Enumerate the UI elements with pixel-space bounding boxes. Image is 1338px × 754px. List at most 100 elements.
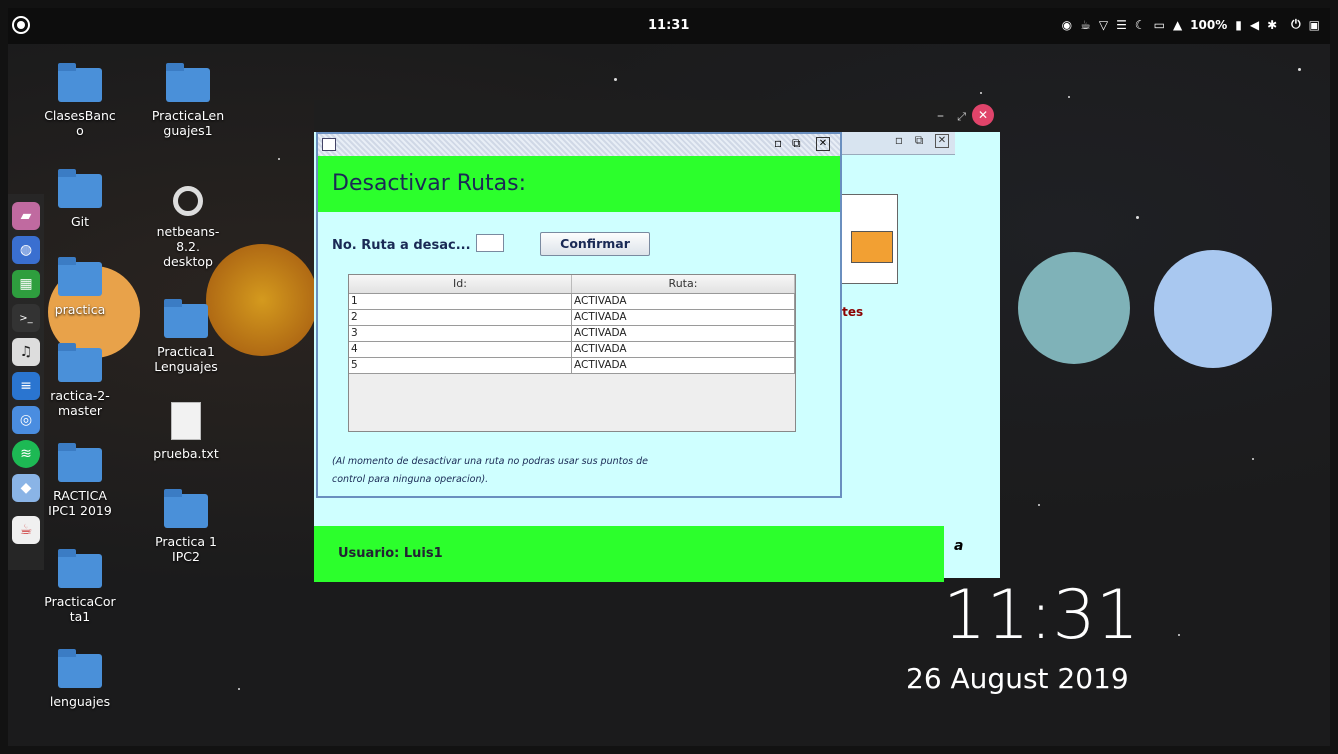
desktop-icon-prueba-txt[interactable]: prueba.txt (136, 402, 236, 461)
frame-titlebar[interactable]: ▫ ⧉ ✕ (318, 134, 840, 157)
desktop-icon-git[interactable]: Git (30, 169, 130, 229)
route-number-label: No. Ruta a desac... (332, 238, 471, 253)
desktop-icon-label: PracticaLen (151, 108, 225, 123)
star (278, 158, 280, 160)
folder-icon (58, 649, 102, 688)
clipboard-icon[interactable]: ▭ (1154, 18, 1165, 32)
table-row[interactable]: 2 ACTIVADA (349, 310, 795, 326)
close-button[interactable]: ✕ (972, 104, 994, 126)
close-icon[interactable]: ✕ (935, 134, 949, 148)
top-clock[interactable]: 11:31 (648, 18, 689, 33)
desktop-icon-label: practica (54, 302, 106, 317)
desktop-icon-practica-ipc1-2019[interactable]: RACTICA IPC1 2019 (30, 443, 130, 518)
star (614, 78, 617, 81)
desktop-icon-practica1-ipc2[interactable]: Practica 1 IPC2 (136, 489, 236, 564)
cell-ruta[interactable]: ACTIVADA (572, 294, 795, 309)
battery-percent[interactable]: 100% (1190, 18, 1227, 32)
coffee-icon[interactable]: ☕ (1080, 18, 1091, 32)
volume-icon[interactable]: ◀ (1250, 18, 1259, 32)
cell-id[interactable]: 5 (349, 358, 572, 373)
star (1252, 458, 1254, 460)
battery-icon[interactable]: ▮ (1235, 18, 1242, 32)
desktop-icon-label: desktop (163, 254, 213, 269)
cell-ruta[interactable]: ACTIVADA (572, 358, 795, 373)
note-text-line2: control para ninguna operacion). (332, 474, 489, 485)
desktop-icon-label: IPC2 (172, 549, 200, 564)
desktop-icon-lenguajes[interactable]: lenguajes (30, 649, 130, 709)
desktop-icon-label: RACTICA (53, 488, 107, 503)
cell-id[interactable]: 3 (349, 326, 572, 341)
text-file-icon (171, 402, 201, 440)
cell-id[interactable]: 1 (349, 294, 572, 309)
desktop-icon-label: ractica-2- (50, 388, 110, 403)
desktop-icon-label: 8.2. (176, 239, 200, 254)
inner-frame-titlebar[interactable]: ▫ ⧉ ✕ (835, 132, 955, 155)
iconify-icon[interactable]: ▫ (893, 134, 905, 146)
folder-icon (851, 231, 893, 263)
desactivar-rutas-frame: ▫ ⧉ ✕ Desactivar Rutas: No. Ruta a desac… (316, 132, 842, 498)
desktop-icon-label: Practica 1 (155, 534, 217, 549)
desktop-icon-practica-2-master[interactable]: ractica-2- master (30, 343, 130, 418)
maximize-icon[interactable]: ⧉ (913, 134, 925, 146)
folder-icon (58, 63, 102, 102)
desktop-icon-label: Lenguajes (154, 359, 218, 374)
cell-ruta[interactable]: ACTIVADA (572, 310, 795, 325)
folder-icon (166, 63, 210, 102)
bluetooth-icon[interactable]: ✱ (1267, 18, 1277, 32)
column-header-ruta[interactable]: Ruta: (572, 275, 795, 293)
cell-ruta[interactable]: ACTIVADA (572, 342, 795, 357)
star (1068, 96, 1070, 98)
desktop-icon-clasesbanco[interactable]: ClasesBanc o (30, 63, 130, 138)
desktop-icon-label: Practica1 (157, 344, 215, 359)
desktop-icon-practicacorta1[interactable]: PracticaCor ta1 (30, 549, 130, 624)
routes-table: Id: Ruta: 1 ACTIVADA 2 ACTIVADA 3 ACTIVA… (348, 274, 796, 432)
table-row[interactable]: 5 ACTIVADA (349, 358, 795, 374)
cell-ruta[interactable]: ACTIVADA (572, 326, 795, 341)
table-row[interactable]: 4 ACTIVADA (349, 342, 795, 358)
cell-id[interactable]: 2 (349, 310, 572, 325)
close-icon[interactable]: ✕ (816, 137, 830, 151)
discord-icon[interactable]: ◉ (1062, 18, 1072, 32)
cell-id[interactable]: 4 (349, 342, 572, 357)
desktop-icon-practica1-lenguajes[interactable]: Practica1 Lenguajes (136, 299, 236, 374)
folder-icon (58, 343, 102, 382)
desktop-icon-label: ta1 (69, 609, 91, 624)
night-light-icon[interactable]: ☾ (1135, 18, 1146, 32)
settings-icon[interactable]: ◍ (12, 236, 40, 264)
folder-icon (58, 169, 102, 208)
iconify-icon[interactable]: ▫ (774, 136, 782, 150)
star (1178, 634, 1180, 636)
frame-header: Desactivar Rutas: (318, 156, 840, 212)
gear-icon (173, 186, 203, 216)
desktop-icon-netbeans[interactable]: netbeans- 8.2. desktop (138, 186, 238, 269)
window-titlebar[interactable]: – ⤢ ✕ (314, 100, 1000, 132)
table-row[interactable]: 3 ACTIVADA (349, 326, 795, 342)
route-number-input[interactable] (476, 234, 504, 252)
desktop-clock: 11:31 (943, 576, 1139, 655)
java-icon[interactable]: ☕ (12, 516, 40, 544)
system-tray[interactable]: ◉ ☕ ▽ ☰ ☾ ▭ ▲ 100% ▮ ◀ ✱ ⏻ ▣ (1062, 17, 1320, 32)
reports-image[interactable] (840, 194, 898, 284)
desktop-screen: 11:31 ◉ ☕ ▽ ☰ ☾ ▭ ▲ 100% ▮ ◀ ✱ ⏻ ▣ ▰ ◍ ▦… (8, 8, 1330, 746)
frame-heading: Desactivar Rutas: (332, 171, 527, 196)
activities-icon[interactable] (12, 16, 30, 34)
desktop-icon-label: IPC1 2019 (48, 503, 112, 518)
confirm-button[interactable]: Confirmar (540, 232, 650, 256)
notification-icon[interactable]: ▲ (1173, 18, 1182, 32)
maximize-icon[interactable]: ⧉ (792, 136, 801, 151)
column-header-id[interactable]: Id: (349, 275, 572, 293)
menu-icon[interactable]: ☰ (1116, 18, 1127, 32)
desktop-icon-label: netbeans- (156, 224, 220, 239)
wifi-icon[interactable]: ▽ (1099, 18, 1108, 32)
desktop-icon-practica[interactable]: practica (30, 257, 130, 317)
power-icon[interactable]: ⏻ (1291, 17, 1301, 32)
window-icon[interactable]: ▣ (1309, 18, 1320, 32)
folder-icon (58, 443, 102, 482)
desktop-icon-practicalenguajes1[interactable]: PracticaLen guajes1 (138, 63, 238, 138)
desktop-date: 26 August 2019 (906, 662, 1129, 695)
minimize-button[interactable]: – (937, 108, 944, 124)
maximize-button[interactable]: ⤢ (957, 110, 966, 124)
table-row[interactable]: 1 ACTIVADA (349, 294, 795, 310)
uranus-character (1018, 252, 1130, 364)
desktop-icon-label: lenguajes (49, 694, 111, 709)
